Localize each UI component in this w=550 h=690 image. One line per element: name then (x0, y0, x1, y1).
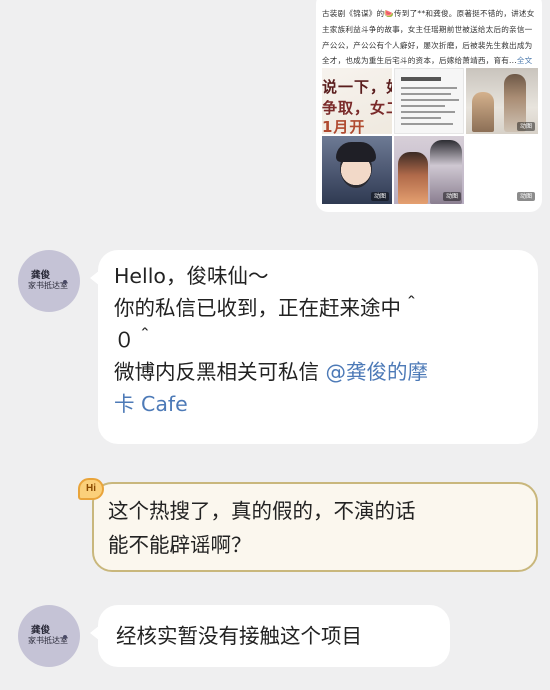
post-image-blank[interactable]: 动图 (466, 136, 538, 204)
avatar-text-line2: 家书抵达室 (28, 281, 68, 290)
message-line: 能不能辟谣啊？ (108, 533, 252, 557)
gif-badge: 动图 (516, 122, 535, 131)
avatar-text-line1: 龚俊 (31, 270, 51, 281)
mention-link[interactable]: @龚俊的摩 (326, 360, 429, 384)
message-text: 经核实暂没有接触这个项目 (116, 624, 362, 648)
message-bubble-reply[interactable]: 经核实暂没有接触这个项目 (90, 605, 450, 667)
post-image-text-screenshot[interactable]: 说一下，如 争取，女二 1月开 (322, 68, 392, 134)
mention-link[interactable]: 卡 Cafe (114, 388, 522, 420)
message-bubble-auto-reply[interactable]: Hello，俊味仙～ 你的私信已收到，正在赶来途中＾ ０＾ 微博内反黑相关可私信… (90, 250, 538, 444)
shared-post-text: 古装剧《锦谋》的🍉传到了**和龚俊。原著挺不错的，讲述女主家族利益斗争的故事，女… (322, 6, 538, 69)
post-image-document[interactable] (394, 68, 464, 134)
shared-post-prefix: 古装剧《锦谋》的 (322, 9, 385, 18)
message-line: 微博内反黑相关可私信 @龚俊的摩 (114, 356, 522, 388)
full-text-link[interactable]: 全文 (517, 56, 533, 65)
post-image-portrait[interactable]: 动图 (322, 136, 392, 204)
post-image-grid: 说一下，如 争取，女二 1月开 动图 (322, 68, 538, 204)
avatar-dot-icon (63, 635, 67, 639)
gif-badge: 动图 (516, 192, 535, 201)
avatar-text-line1: 龚俊 (31, 625, 51, 636)
message-line: 这个热搜了，真的假的，不演的话 (108, 499, 416, 523)
message-line: Hello，俊味仙～ (114, 264, 269, 288)
sender-avatar[interactable]: 龚俊 家书抵达室 (18, 250, 80, 312)
message-bubble-user[interactable]: 这个热搜了，真的假的，不演的话 能不能辟谣啊？ (92, 482, 538, 572)
watermelon-emoji-icon: 🍉 (384, 9, 395, 18)
sender-avatar[interactable]: 龚俊 家书抵达室 (18, 605, 80, 667)
post-image-photo[interactable]: 动图 (466, 68, 538, 134)
post-image-pair[interactable]: 动图 (394, 136, 464, 204)
image-text-line: 争取，女二 (322, 99, 392, 117)
hi-bubble-icon: Hi (78, 478, 104, 500)
message-line: ０＾ (114, 328, 155, 352)
image-text-line: 1月开 (322, 118, 366, 134)
message-text: 微博内反黑相关可私信 (114, 360, 319, 384)
gif-badge: 动图 (370, 192, 389, 201)
shared-post-card[interactable]: 古装剧《锦谋》的🍉传到了**和龚俊。原著挺不错的，讲述女主家族利益斗争的故事，女… (316, 0, 542, 212)
image-text-line: 说一下，如 (322, 78, 392, 96)
gif-badge: 动图 (442, 192, 461, 201)
avatar-text-line2: 家书抵达室 (28, 636, 68, 645)
avatar-dot-icon (63, 280, 67, 284)
chat-screen: 古装剧《锦谋》的🍉传到了**和龚俊。原著挺不错的，讲述女主家族利益斗争的故事，女… (0, 0, 550, 690)
message-line: 你的私信已收到，正在赶来途中＾ (114, 296, 422, 320)
